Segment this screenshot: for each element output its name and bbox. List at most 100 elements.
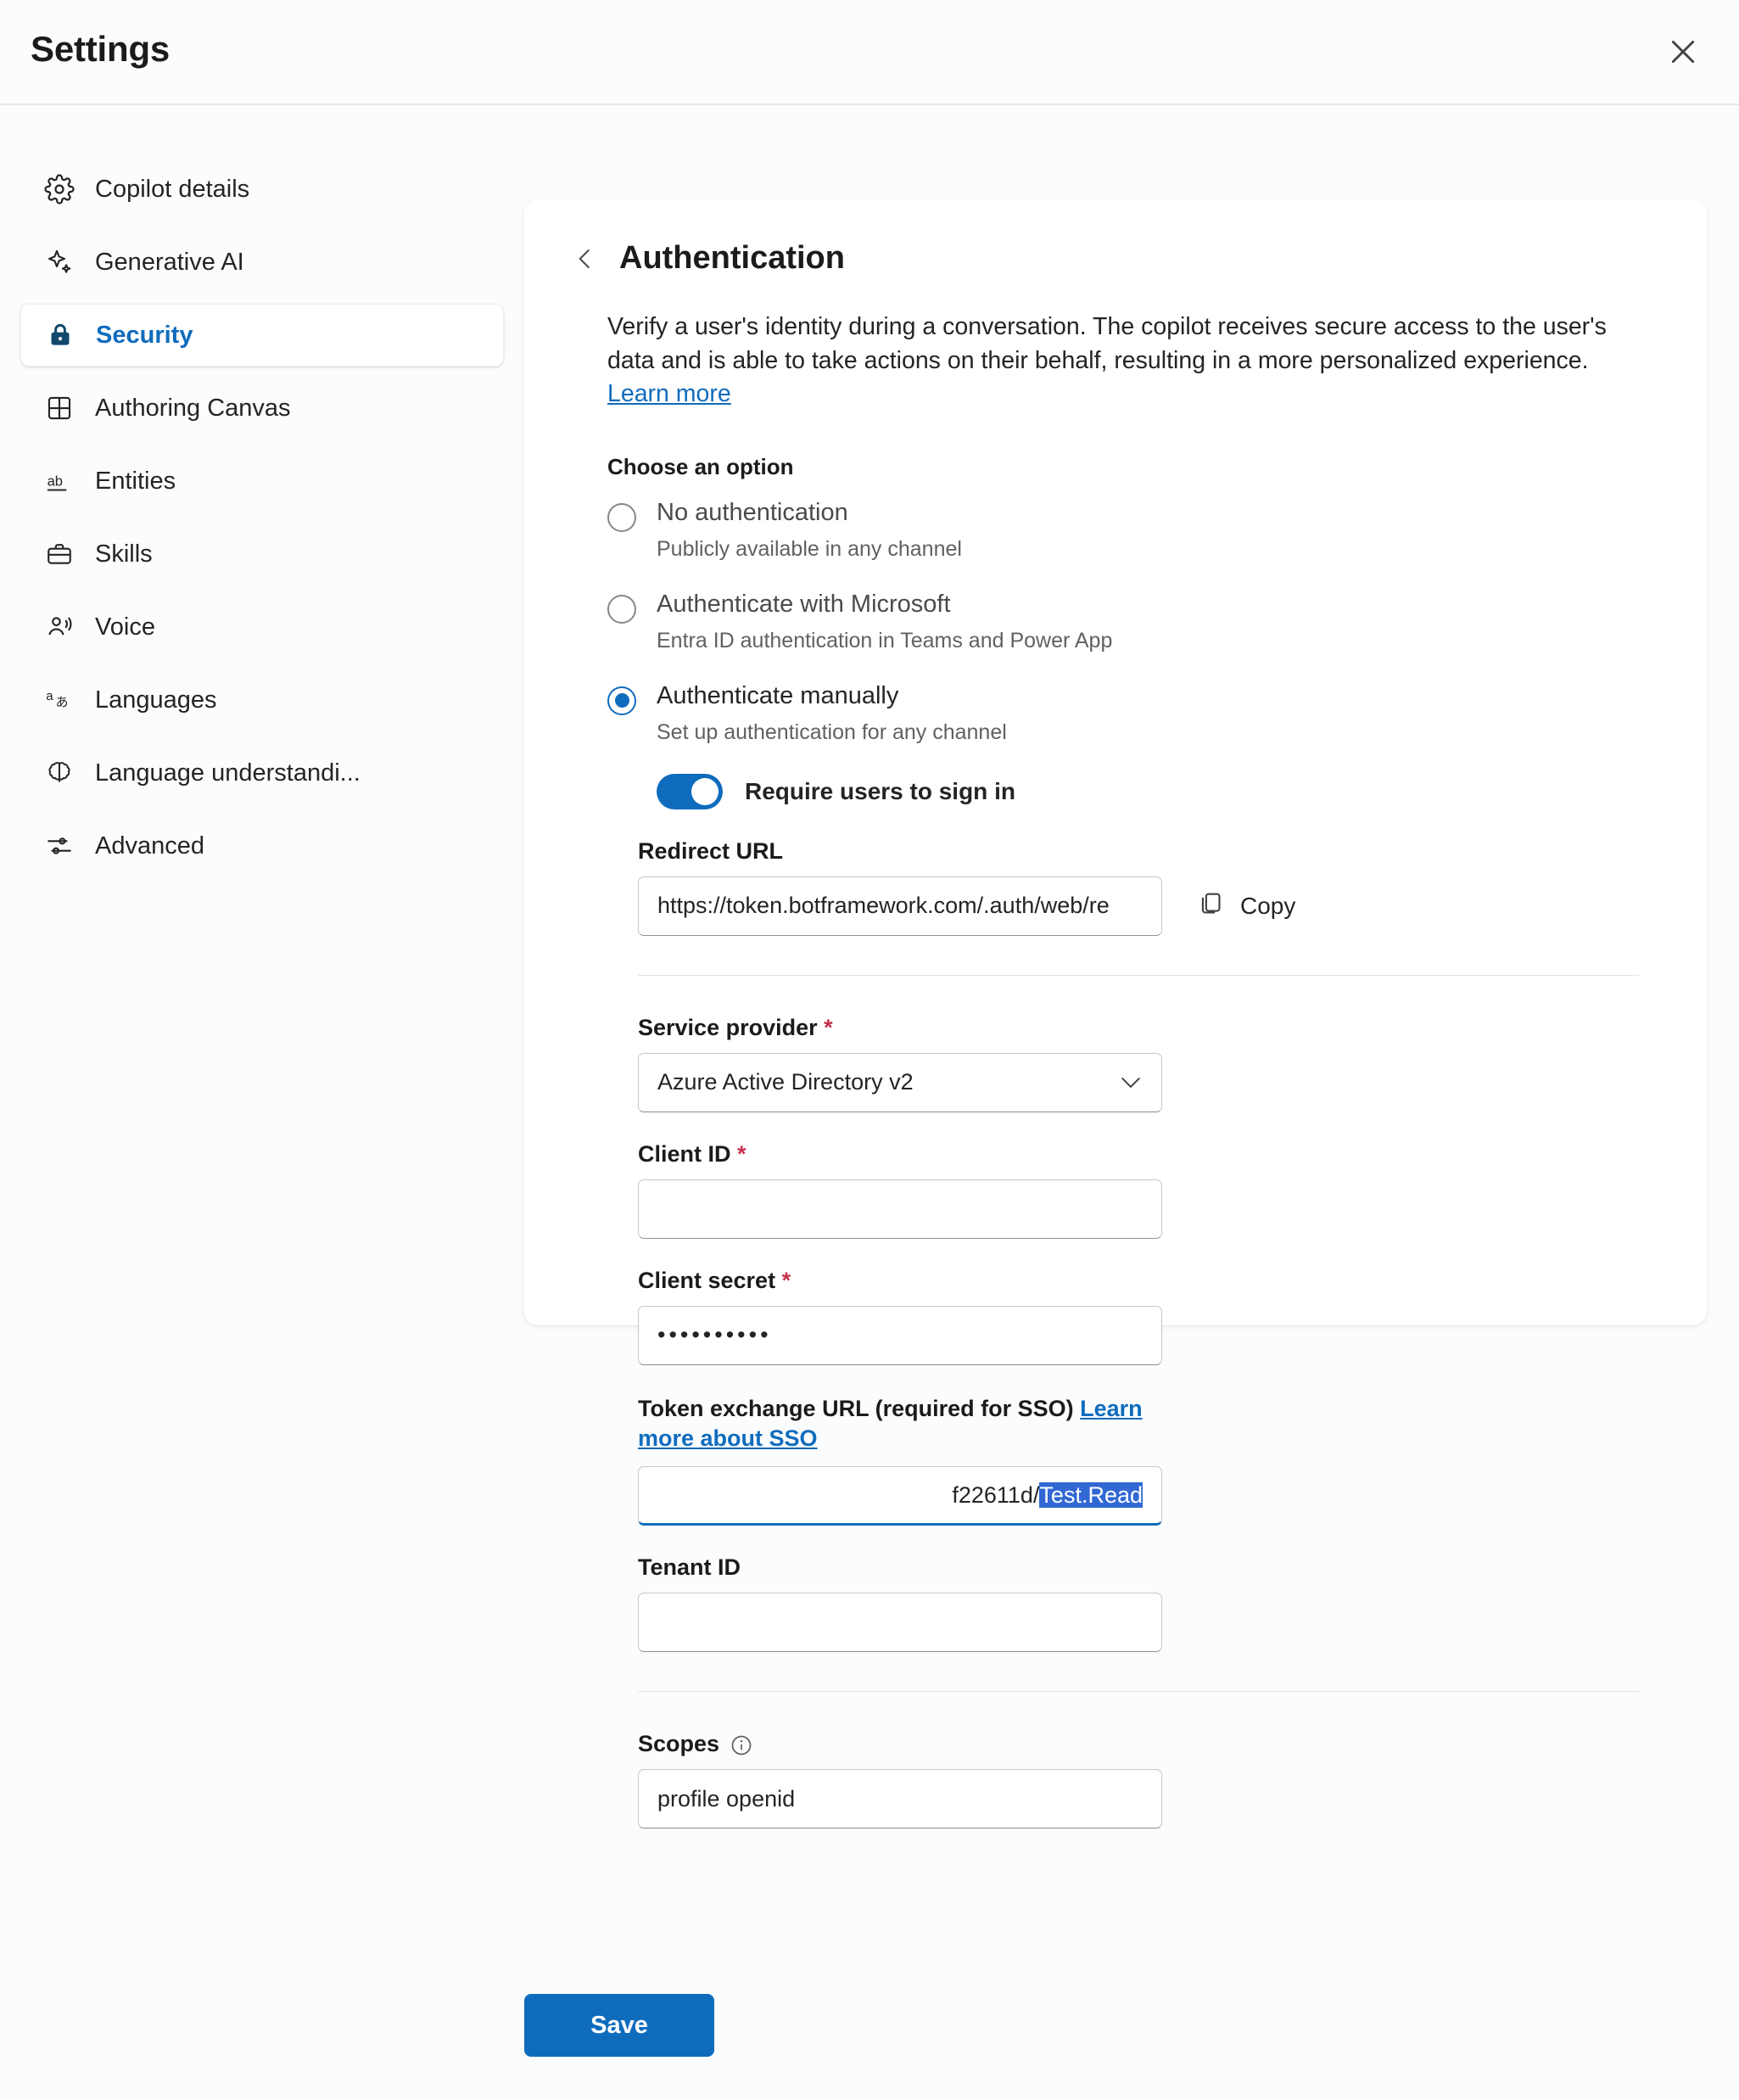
sidebar-item-label: Entities — [95, 467, 176, 495]
client-id-label-text: Client ID — [638, 1140, 731, 1167]
radio-option-no-authentication[interactable]: No authentication — [607, 499, 1661, 532]
require-signin-toggle[interactable] — [657, 773, 723, 809]
client-secret-input[interactable]: •••••••••• — [638, 1305, 1162, 1365]
sidebar-item-voice[interactable]: Voice — [20, 596, 504, 658]
service-provider-field: Service provider * Azure Active Director… — [638, 1015, 1661, 1112]
client-id-input[interactable] — [638, 1179, 1162, 1239]
sidebar-item-label: Security — [96, 321, 193, 349]
scopes-field: Scopes profile openid — [638, 1731, 1661, 1829]
token-exchange-url-prefix: f22611d/ — [952, 1481, 1040, 1508]
service-provider-label-text: Service provider — [638, 1014, 818, 1040]
token-exchange-url-selection: Test.Read — [1039, 1481, 1143, 1508]
sidebar-item-languages[interactable]: a あ Languages — [20, 669, 504, 731]
sliders-icon — [42, 829, 76, 863]
required-marker: * — [824, 1014, 833, 1040]
sidebar-item-skills[interactable]: Skills — [20, 523, 504, 585]
copy-icon — [1196, 889, 1225, 922]
panel-title: Authentication — [619, 240, 845, 276]
sparkle-icon — [42, 245, 76, 279]
sidebar-item-label: Copilot details — [95, 175, 250, 203]
client-secret-masked-value: •••••••••• — [657, 1322, 772, 1348]
copy-button[interactable]: Copy — [1196, 889, 1295, 922]
sidebar-item-authoring-canvas[interactable]: Authoring Canvas — [20, 377, 504, 440]
authentication-form: Choose an option No authentication Publi… — [607, 453, 1661, 1829]
close-button[interactable] — [1647, 17, 1719, 88]
info-icon[interactable] — [730, 1733, 753, 1757]
chevron-left-icon[interactable] — [570, 244, 601, 274]
redirect-url-label: Redirect URL — [638, 837, 784, 864]
divider-bottom — [638, 1691, 1639, 1693]
radio-label: Authenticate with Microsoft — [657, 590, 951, 618]
sidebar-item-label: Skills — [95, 540, 153, 568]
sidebar-item-language-understanding[interactable]: Language understandi... — [20, 742, 504, 804]
toggle-knob — [691, 777, 719, 805]
authentication-panel: Authentication Verify a user's identity … — [524, 199, 1707, 1829]
radio-indicator[interactable] — [607, 594, 636, 624]
panel-description-text: Verify a user's identity during a conver… — [607, 313, 1607, 374]
tenant-id-input[interactable] — [638, 1593, 1162, 1653]
token-exchange-url-label-text: Token exchange URL (required for SSO) — [638, 1395, 1081, 1421]
service-provider-select[interactable]: Azure Active Directory v2 — [638, 1052, 1162, 1112]
settings-dialog: Settings Copilot details Generative AI S… — [0, 0, 1739, 2100]
sidebar-item-label: Advanced — [95, 832, 204, 860]
redirect-url-row: https://token.botframework.com/.auth/web… — [638, 876, 1661, 936]
client-secret-label-text: Client secret — [638, 1267, 776, 1293]
choose-option-label: Choose an option — [607, 453, 794, 479]
svg-text:ab: ab — [48, 473, 63, 489]
scopes-input[interactable]: profile openid — [638, 1769, 1162, 1829]
required-marker: * — [737, 1140, 746, 1167]
radio-label: Authenticate manually — [657, 681, 899, 709]
redirect-url-field: Redirect URL https://token.botframework.… — [638, 838, 1661, 936]
radio-option-authenticate-with-microsoft[interactable]: Authenticate with Microsoft — [607, 591, 1661, 624]
briefcase-icon — [42, 537, 76, 571]
service-provider-label: Service provider * — [638, 1015, 1661, 1041]
sidebar-item-label: Voice — [95, 613, 155, 641]
radio-indicator[interactable] — [607, 686, 636, 715]
sidebar-item-copilot-details[interactable]: Copilot details — [20, 158, 504, 221]
gear-icon — [42, 172, 76, 206]
radio-indicator[interactable] — [607, 502, 636, 532]
token-exchange-url-field: Token exchange URL (required for SSO) Le… — [638, 1394, 1661, 1526]
client-id-label: Client ID * — [638, 1141, 1661, 1168]
required-marker: * — [781, 1267, 791, 1293]
sidebar-item-entities[interactable]: ab Entities — [20, 450, 504, 512]
radio-option-authenticate-manually[interactable]: Authenticate manually — [607, 682, 1661, 715]
radio-label: No authentication — [657, 498, 848, 526]
client-id-field: Client ID * — [638, 1141, 1661, 1239]
dialog-header: Settings — [0, 0, 1739, 105]
sidebar-item-label: Languages — [95, 686, 217, 714]
dialog-body: Copilot details Generative AI Security A… — [0, 105, 1739, 2098]
sidebar-item-generative-ai[interactable]: Generative AI — [20, 231, 504, 294]
sidebar-item-advanced[interactable]: Advanced — [20, 815, 504, 877]
divider-top — [638, 974, 1639, 976]
save-button[interactable]: Save — [524, 1994, 714, 2057]
panel-header: Authentication — [570, 240, 1661, 277]
close-icon — [1666, 35, 1700, 71]
sidebar-item-label: Authoring Canvas — [95, 394, 291, 422]
svg-text:あ: あ — [56, 696, 69, 710]
sidebar-item-security[interactable]: Security — [20, 304, 504, 367]
person-speaking-icon — [42, 610, 76, 644]
require-signin-row: Require users to sign in — [657, 773, 1661, 809]
radio-sublabel: Entra ID authentication in Teams and Pow… — [657, 628, 1113, 652]
settings-sidebar: Copilot details Generative AI Security A… — [0, 105, 524, 2098]
copy-button-label: Copy — [1240, 892, 1296, 919]
settings-main: Authentication Verify a user's identity … — [524, 105, 1739, 2098]
redirect-url-input[interactable]: https://token.botframework.com/.auth/web… — [638, 876, 1162, 936]
token-exchange-url-label: Token exchange URL (required for SSO) Le… — [638, 1394, 1164, 1454]
translate-icon: a あ — [42, 683, 76, 717]
token-exchange-url-input[interactable]: f22611d/Test.Read — [638, 1466, 1162, 1526]
grid-icon — [42, 391, 76, 425]
token-exchange-url-value: f22611d/Test.Read — [657, 1481, 1143, 1509]
radio-sublabel: Set up authentication for any channel — [657, 720, 1007, 744]
ab-text-icon: ab — [42, 464, 76, 498]
require-signin-label: Require users to sign in — [745, 777, 1015, 804]
learn-more-link[interactable]: Learn more — [607, 380, 731, 407]
lock-icon — [43, 318, 77, 352]
radio-sublabel: Publicly available in any channel — [657, 536, 962, 561]
page-title: Settings — [31, 29, 171, 69]
scopes-label-text: Scopes — [638, 1731, 720, 1757]
svg-text:a: a — [46, 689, 53, 703]
panel-description: Verify a user's identity during a conver… — [607, 311, 1608, 412]
client-secret-field: Client secret * •••••••••• — [638, 1268, 1661, 1365]
